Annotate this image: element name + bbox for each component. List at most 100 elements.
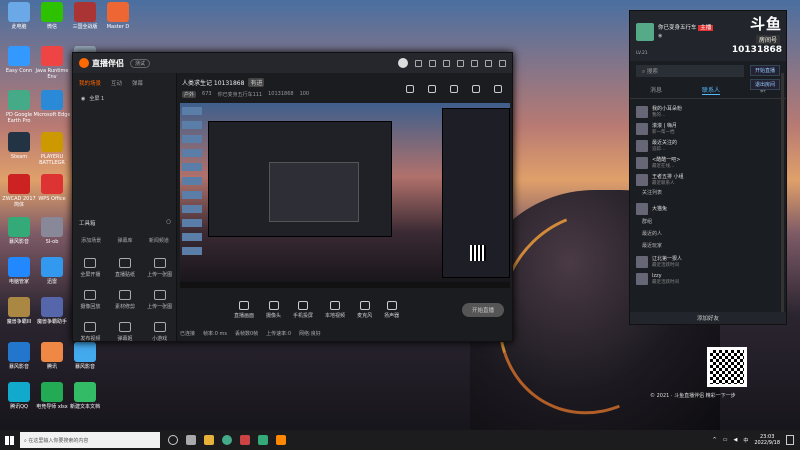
version-badge[interactable]: 测试 (130, 58, 151, 68)
start-button[interactable] (0, 430, 18, 450)
contact-item[interactable]: lzzy 最近活跃时间 (636, 271, 780, 286)
room-category[interactable]: 户外 (182, 91, 197, 98)
minimize-icon[interactable] (471, 59, 478, 67)
status-text: 网络:良好 (299, 331, 321, 337)
toolbox-item[interactable]: 素材修剪 (108, 290, 143, 310)
message-icon[interactable] (429, 59, 436, 67)
desktop-icon[interactable]: WPS Office (33, 174, 71, 202)
tab-scenes[interactable]: 我的场景 (79, 79, 101, 87)
maximize-icon[interactable] (485, 59, 492, 67)
control-item[interactable]: 本地视频 (325, 301, 345, 319)
control-item[interactable]: 直播画面 (234, 301, 254, 319)
stream-preview[interactable] (180, 103, 510, 288)
contact-item[interactable]: <酷酷一吧> 最近在线… (636, 155, 780, 170)
ime-icon[interactable]: 中 (743, 437, 748, 444)
status-text: 已连接 (180, 331, 196, 337)
live-companion-task-icon[interactable] (276, 435, 286, 445)
control-item[interactable]: 摄像头 (266, 301, 281, 319)
chevron-up-icon[interactable]: ^ (713, 437, 717, 443)
add-friend-button[interactable]: 添加好友 (630, 312, 786, 324)
danmu-lib-link[interactable]: 弹幕库 (117, 237, 132, 244)
contact-item[interactable]: 王者五排 小组 最近联系人 (636, 172, 780, 187)
toolbox-item[interactable]: 摄像回放 (73, 290, 108, 310)
app-icon (41, 132, 63, 152)
toolbox-item[interactable]: 弹幕姬 (108, 322, 143, 342)
notification-icon[interactable] (786, 435, 794, 445)
file-explorer-icon[interactable] (204, 435, 214, 445)
more-icon[interactable] (494, 85, 502, 93)
desktop-icon[interactable]: Master D (99, 2, 137, 30)
tool-icon (153, 290, 166, 300)
share-icon[interactable] (450, 85, 458, 93)
desktop-icon[interactable]: 魔兽争霸助手 (33, 297, 71, 325)
contact-item[interactable]: 最近关注的 追踪… (636, 138, 780, 153)
bell-icon[interactable] (472, 85, 480, 93)
close-icon[interactable] (499, 59, 506, 67)
rp-search-input[interactable]: ⌕ 搜索 (636, 65, 744, 77)
task-view-icon[interactable] (168, 435, 178, 445)
control-label: 麦克风 (357, 313, 373, 319)
contact-avatar (636, 173, 648, 186)
desktop-icon[interactable]: 新建文本文档 (66, 382, 104, 410)
game-icon[interactable] (240, 435, 250, 445)
desktop-icon[interactable]: 暴风影音 (66, 342, 104, 370)
contact-item[interactable]: 我的小耳朵粉 我的… (636, 104, 780, 119)
chrome-icon[interactable] (222, 435, 232, 445)
control-item[interactable]: 扬声器 (384, 301, 399, 319)
settings-icon[interactable] (443, 59, 450, 67)
toolbox-item[interactable]: 上传一张图 (142, 258, 177, 278)
skin-icon[interactable] (415, 59, 422, 67)
add-scene-link[interactable]: 添加场景 (81, 237, 101, 244)
taskbar-search[interactable]: ⌕ 在这里输入你要搜索的内容 (20, 432, 160, 448)
tab-danmu[interactable]: 弹幕 (132, 79, 143, 87)
contact-item[interactable]: 大猫兔 (636, 201, 780, 216)
eye-icon[interactable]: ◉ (81, 96, 85, 102)
fans-count: 100 (299, 91, 310, 97)
room-tag[interactable]: 有进 (248, 78, 265, 87)
menu-icon[interactable] (457, 59, 464, 67)
control-icon (268, 301, 279, 310)
control-label: 本地视频 (325, 313, 346, 319)
toolbox-settings-icon[interactable]: ○ (166, 219, 171, 227)
tab-interact[interactable]: 互动 (111, 79, 122, 87)
rp-avatar[interactable] (636, 23, 654, 41)
network-icon[interactable]: ▭ (723, 437, 728, 443)
contact-item[interactable]: 辽北第一狠人 最近活跃时间 (636, 254, 780, 269)
scene-item[interactable]: ◉ 全屏 1 (73, 91, 176, 106)
contact-group[interactable]: 关注列表 (636, 189, 780, 199)
rp-exit-button[interactable]: 退出房间 (749, 79, 780, 90)
tab-messages[interactable]: 消息 (650, 85, 662, 95)
contact-group[interactable]: 群组 (636, 218, 780, 228)
control-label: 直播画面 (234, 313, 255, 319)
contact-item[interactable]: 滚滚 | 嗨月 新一帮一档 (636, 121, 780, 136)
volume-icon[interactable]: ◀ (733, 437, 737, 443)
toolbox-item[interactable]: 上传一张图 (142, 290, 177, 310)
gift-icon[interactable] (406, 85, 414, 93)
desktop-icon-label: SI-ob (45, 239, 59, 245)
rp-start-button[interactable]: 开始直播 (749, 65, 780, 76)
tool-label: 直播贴纸 (114, 272, 135, 278)
start-live-button[interactable]: 开始直播 (461, 303, 504, 317)
user-avatar[interactable] (398, 58, 408, 68)
control-item[interactable]: 手机投屏 (293, 301, 313, 319)
news-link[interactable]: 新闻频道 (149, 237, 169, 244)
monitor-icon[interactable] (186, 435, 196, 445)
scrollbar[interactable] (781, 73, 784, 313)
clock[interactable]: 23:03 2022/9/18 (754, 434, 780, 446)
toolbox-item[interactable]: 发布视频 (73, 322, 108, 342)
desktop-icon[interactable]: SI-ob (33, 217, 71, 245)
tab-contacts[interactable]: 联系人 (701, 85, 720, 95)
desktop-icon[interactable]: 迅雷 (33, 257, 71, 285)
app-icon[interactable] (258, 435, 268, 445)
desktop-icon-label: 新建文本文档 (69, 404, 100, 410)
control-item[interactable]: 麦克风 (357, 301, 372, 319)
toolbox-item[interactable]: 小游戏 (142, 322, 177, 342)
qr-code (707, 347, 747, 387)
app-icon (8, 382, 30, 402)
contact-group[interactable]: 最近玩家 (636, 242, 780, 252)
app-icon (8, 297, 30, 317)
toolbox-item[interactable]: 直播贴纸 (108, 258, 143, 278)
contact-group[interactable]: 最近的人 (636, 230, 780, 240)
toolbox-item[interactable]: 全屏开播 (73, 258, 108, 278)
lock-icon[interactable] (428, 85, 436, 93)
